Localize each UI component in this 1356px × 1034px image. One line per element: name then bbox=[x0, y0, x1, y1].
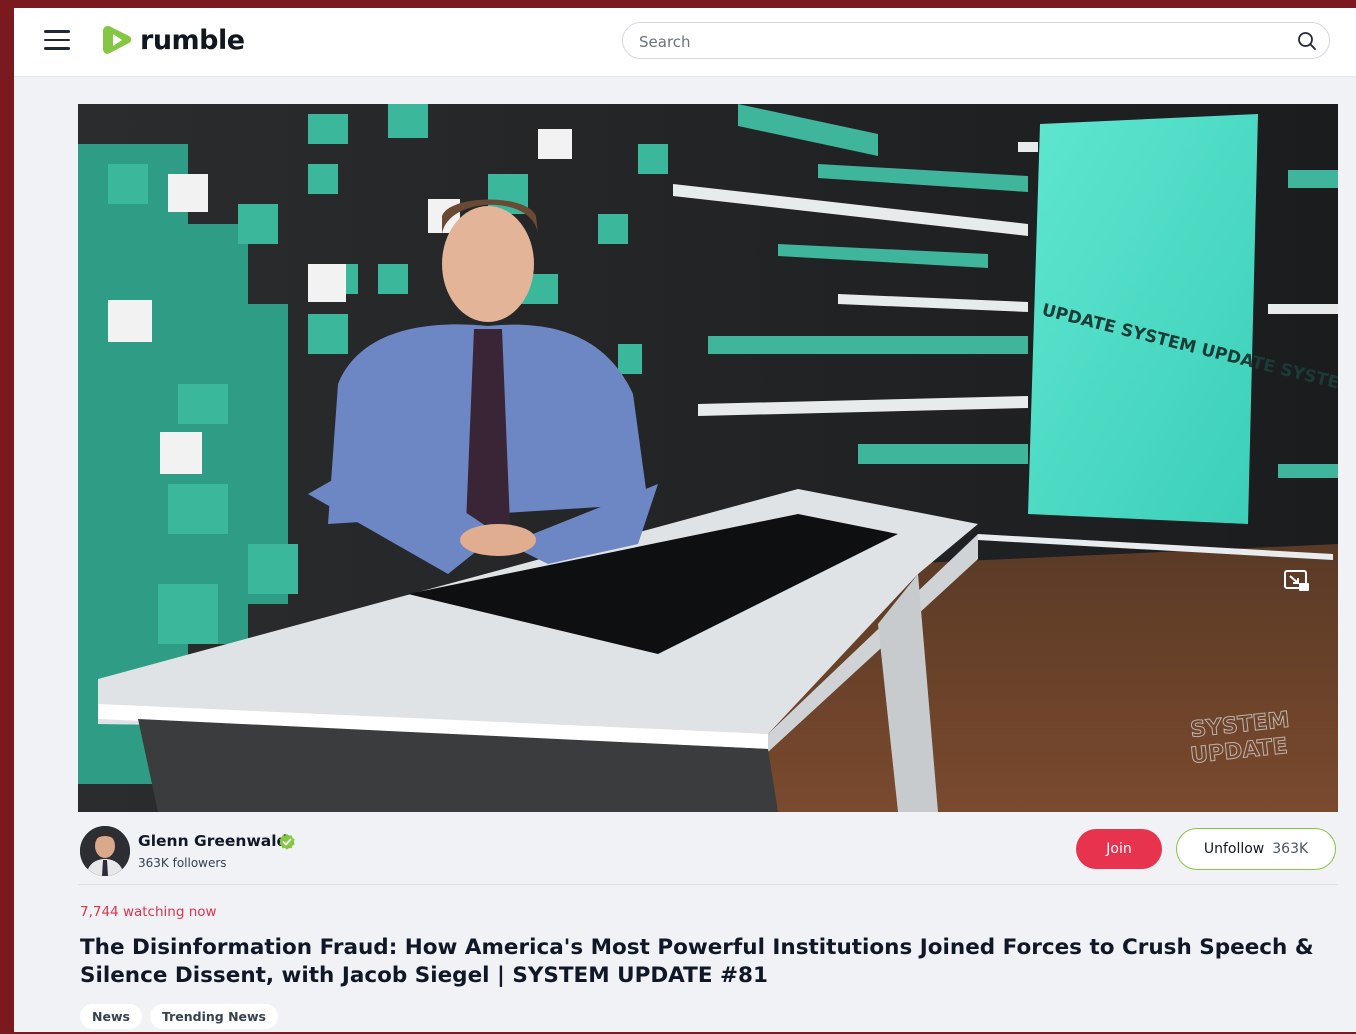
tag-trending-news[interactable]: Trending News bbox=[149, 1004, 278, 1029]
live-viewer-count: 7,744 watching now bbox=[80, 904, 217, 920]
rumble-logo[interactable]: rumble bbox=[102, 22, 245, 58]
verified-badge-icon bbox=[279, 834, 295, 850]
unfollow-button[interactable]: Unfollow 363K bbox=[1176, 828, 1336, 870]
unfollow-count: 363K bbox=[1272, 841, 1309, 857]
video-player[interactable]: UPDATE SYSTEM UPDATE SYSTEM SYSTEM UPDAT… bbox=[78, 104, 1338, 812]
channel-avatar[interactable] bbox=[80, 826, 130, 876]
video-title: The Disinformation Fraud: How America's … bbox=[80, 935, 1314, 988]
tag-news[interactable]: News bbox=[80, 1004, 142, 1029]
follower-count: 363K followers bbox=[138, 856, 227, 870]
channel-name[interactable]: Glenn Greenwald bbox=[138, 832, 288, 850]
search-bar bbox=[622, 22, 1330, 60]
search-icon[interactable] bbox=[1297, 31, 1317, 51]
avatar-image bbox=[80, 826, 130, 876]
video-frame: UPDATE SYSTEM UPDATE SYSTEM SYSTEM UPDAT… bbox=[78, 104, 1338, 812]
channel-info-row: Glenn Greenwald 363K followers Join Unfo… bbox=[78, 824, 1338, 885]
rumble-play-icon bbox=[103, 26, 132, 54]
top-navigation-bar: rumble bbox=[14, 8, 1356, 77]
unfollow-label: Unfollow bbox=[1203, 841, 1265, 857]
page-frame: rumble Search UPDATE SYSTEM UPDATE SYSTE… bbox=[14, 8, 1356, 1032]
picture-in-picture-icon[interactable] bbox=[1284, 570, 1310, 592]
join-button[interactable]: Join bbox=[1076, 829, 1162, 869]
hamburger-menu-icon[interactable] bbox=[44, 30, 70, 50]
tag-list: News Trending News bbox=[80, 1004, 278, 1029]
logo-wordmark: rumble bbox=[140, 24, 245, 56]
search-input[interactable] bbox=[637, 23, 1281, 60]
